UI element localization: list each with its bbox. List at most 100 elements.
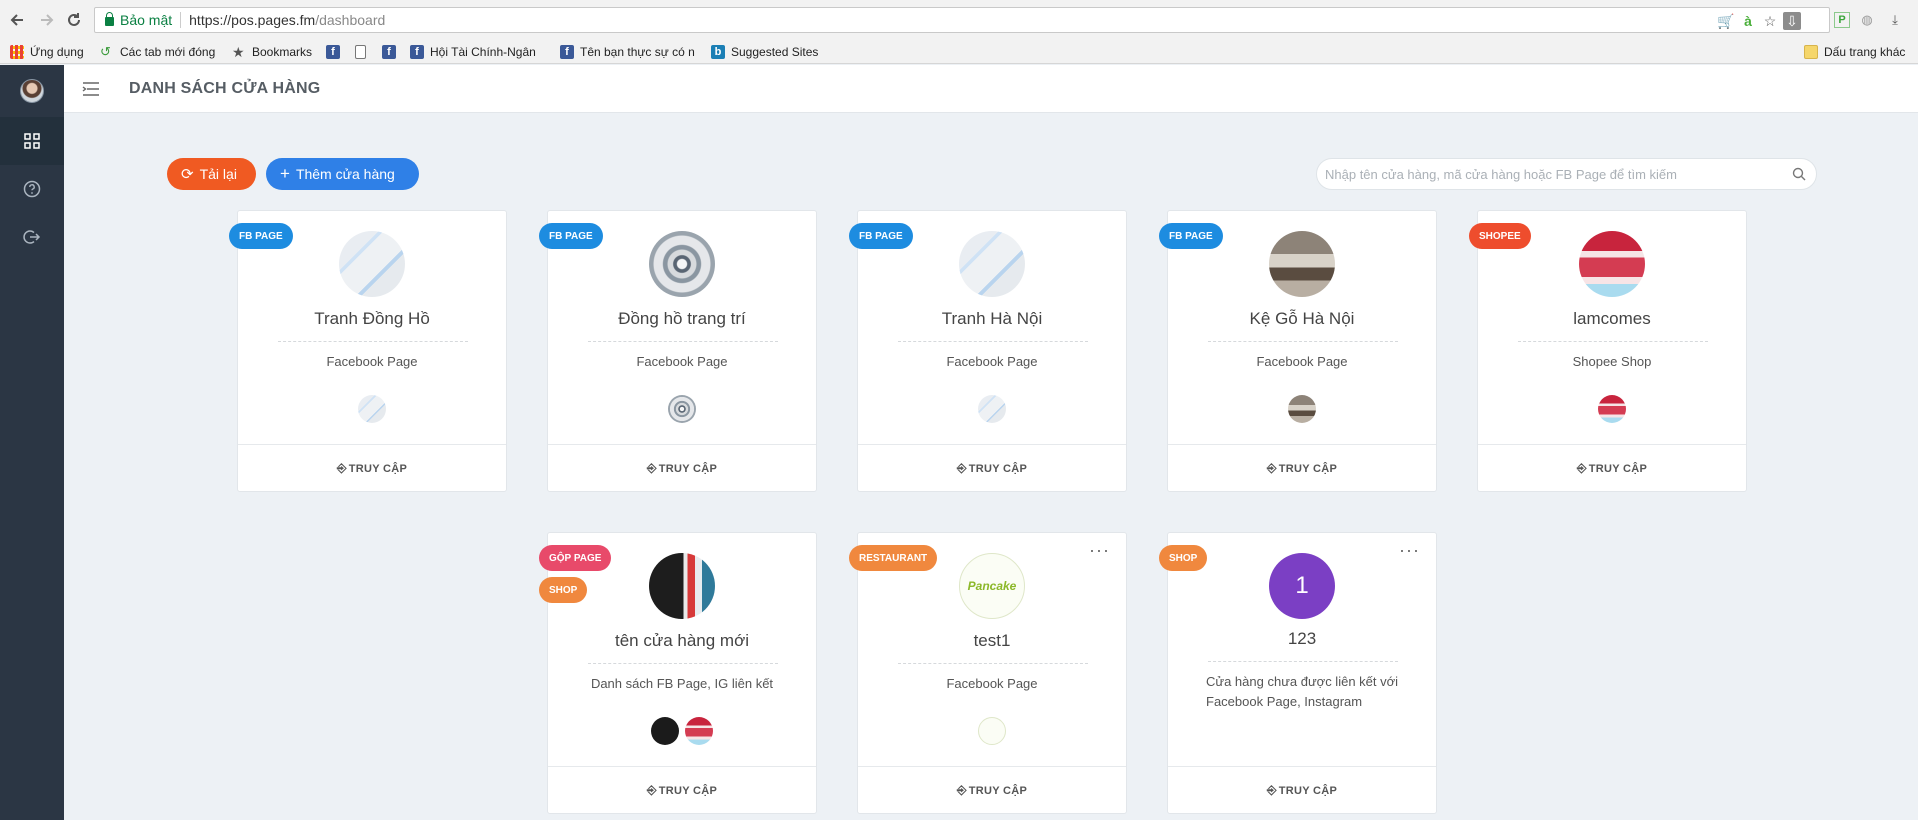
store-type: Facebook Page xyxy=(946,354,1038,369)
store-type: Facebook Page xyxy=(946,676,1038,691)
bookmark-star-icon[interactable]: ☆ xyxy=(1761,12,1779,30)
login-icon: ⎆ xyxy=(646,783,657,797)
bookmark-facebook-2[interactable]: f xyxy=(382,44,402,60)
url-separator xyxy=(180,12,182,28)
login-icon: ⎆ xyxy=(956,461,967,475)
linked-page-avatar xyxy=(1598,395,1626,423)
access-button[interactable]: ⎆ TRUY CẬP xyxy=(238,444,506,492)
linked-page-avatar xyxy=(358,395,386,423)
more-options-icon[interactable]: ··· xyxy=(1089,541,1110,559)
download-extension-icon[interactable]: ⇩ xyxy=(1783,12,1801,30)
access-button[interactable]: ⎆ TRUY CẬP xyxy=(1168,444,1436,492)
store-type-badge: GỘP PAGE xyxy=(539,545,612,571)
folder-icon xyxy=(1804,45,1818,59)
bookmark-facebook-1[interactable]: f xyxy=(326,44,346,60)
logout-icon xyxy=(23,230,41,244)
help-nav[interactable] xyxy=(0,165,64,213)
page-title: DANH SÁCH CỬA HÀNG xyxy=(129,80,321,97)
linked-page-avatar xyxy=(651,717,679,745)
bookmark-apps[interactable]: Ứng dụng xyxy=(10,44,84,60)
downloads-icon[interactable]: ⤓ xyxy=(1884,9,1906,31)
access-button[interactable]: ⎆ TRUY CẬP xyxy=(548,444,816,492)
dashboard-nav[interactable] xyxy=(0,117,64,165)
login-icon: ⎆ xyxy=(1266,783,1277,797)
globe-extension-icon[interactable]: ◍ xyxy=(1856,9,1878,31)
store-avatar xyxy=(339,231,405,297)
store-name: test1 xyxy=(973,631,1011,650)
access-button[interactable]: ⎆ TRUY CẬP xyxy=(1478,444,1746,492)
p-extension-icon[interactable]: P xyxy=(1834,12,1850,28)
divider xyxy=(898,341,1088,342)
store-card[interactable]: SHOPEE lamcomes Shopee Shop ⎆ TRUY CẬP xyxy=(1469,210,1747,492)
login-icon: ⎆ xyxy=(1576,461,1587,475)
access-button[interactable]: ⎆ TRUY CẬP xyxy=(1168,766,1436,814)
access-button[interactable]: ⎆ TRUY CẬP xyxy=(858,766,1126,814)
facebook-icon: f xyxy=(560,45,574,59)
security-label: Bảo mật xyxy=(120,12,173,28)
bookmark-hoi-tai-chinh[interactable]: f Hội Tài Chính-Ngân xyxy=(410,44,536,60)
access-button[interactable]: ⎆ TRUY CẬP xyxy=(548,766,816,814)
store-card[interactable]: RESTAURANT ··· Pancake test1 Facebook Pa… xyxy=(849,532,1127,814)
add-store-button[interactable]: + Thêm cửa hàng xyxy=(266,158,419,190)
store-type-badge-secondary: SHOP xyxy=(539,577,588,603)
unlinked-note: Cửa hàng chưa được liên kết với Facebook… xyxy=(1206,674,1399,709)
store-avatar xyxy=(649,553,715,619)
bookmark-other[interactable]: Dấu trang khác xyxy=(1804,44,1905,60)
divider xyxy=(588,341,778,342)
store-name: lamcomes xyxy=(1573,309,1651,328)
search-input[interactable] xyxy=(1325,159,1781,189)
access-button[interactable]: ⎆ TRUY CẬP xyxy=(858,444,1126,492)
page-icon xyxy=(355,45,366,59)
divider xyxy=(1518,341,1708,342)
facebook-icon: f xyxy=(382,45,396,59)
store-type-badge: FB PAGE xyxy=(539,223,603,249)
bookmark-bookmarks[interactable]: ★ Bookmarks xyxy=(232,44,312,60)
linked-page-avatar xyxy=(978,717,1006,745)
back-icon[interactable] xyxy=(6,9,28,31)
store-type: Facebook Page xyxy=(1256,354,1348,369)
bookmark-page[interactable] xyxy=(355,44,372,60)
store-name: tên cửa hàng mới xyxy=(614,631,750,650)
store-type: Danh sách FB Page, IG liên kết xyxy=(590,676,774,691)
login-icon: ⎆ xyxy=(956,783,967,797)
more-options-icon[interactable]: ··· xyxy=(1399,541,1420,559)
linked-page-avatar xyxy=(1288,395,1316,423)
store-card[interactable]: FB PAGE Tranh Hà Nội Facebook Page ⎆ TRUY… xyxy=(849,210,1127,492)
address-bar[interactable]: Bảo mật https://pos.pages.fm/dashboard 🛒… xyxy=(94,7,1830,33)
cart-extension-icon[interactable]: 🛒 xyxy=(1717,12,1735,30)
linked-page-avatar xyxy=(668,395,696,423)
search-icon[interactable] xyxy=(1792,167,1806,181)
forward-icon[interactable] xyxy=(36,9,58,31)
logout-nav[interactable] xyxy=(0,213,64,261)
reload-page-icon[interactable] xyxy=(63,9,85,31)
login-icon: ⎆ xyxy=(1266,461,1277,475)
store-card[interactable]: FB PAGE Tranh Đồng Hồ Facebook Page ⎆ TRU… xyxy=(229,210,507,492)
translate-extension-icon[interactable]: à xyxy=(1739,12,1757,30)
bookmark-suggested-sites[interactable]: b Suggested Sites xyxy=(711,44,818,60)
login-icon: ⎆ xyxy=(646,461,657,475)
store-type-badge: SHOPEE xyxy=(1469,223,1531,249)
reload-button[interactable]: ⟳ Tải lại xyxy=(167,158,256,190)
menu-toggle-icon[interactable] xyxy=(80,78,102,100)
star-icon: ★ xyxy=(232,44,245,60)
store-type-badge: FB PAGE xyxy=(229,223,293,249)
store-card[interactable]: GỘP PAGE SHOP tên cửa hàng mới Danh sách… xyxy=(539,532,817,814)
store-name: Tranh Đồng Hồ xyxy=(314,309,430,328)
bookmark-recent-tabs[interactable]: ↺ Các tab mới đóng xyxy=(100,44,215,60)
app-sidebar xyxy=(0,65,64,820)
apps-icon xyxy=(10,45,24,59)
bookmarks-bar: Ứng dụng ↺ Các tab mới đóng ★ Bookmarks f … xyxy=(0,40,1918,64)
store-avatar xyxy=(1579,231,1645,297)
divider xyxy=(588,663,778,664)
url-text[interactable]: https://pos.pages.fm/dashboard xyxy=(189,12,385,28)
bookmark-ten-ban[interactable]: f Tên bạn thực sự có n xyxy=(560,44,695,60)
store-card[interactable]: FB PAGE Đồng hồ trang trí Facebook Page … xyxy=(539,210,817,492)
store-name: Kệ Gỗ Hà Nội xyxy=(1249,309,1355,328)
divider xyxy=(898,663,1088,664)
store-card[interactable]: FB PAGE Kệ Gỗ Hà Nội Facebook Page ⎆ TRUY… xyxy=(1159,210,1437,492)
avatar[interactable] xyxy=(20,79,44,103)
search-box xyxy=(1316,158,1817,190)
store-type-badge: FB PAGE xyxy=(1159,223,1223,249)
store-type-badge: SHOP xyxy=(1159,545,1208,571)
store-card[interactable]: SHOP ··· 1 123 Cửa hàng chưa được liên k… xyxy=(1159,532,1437,814)
